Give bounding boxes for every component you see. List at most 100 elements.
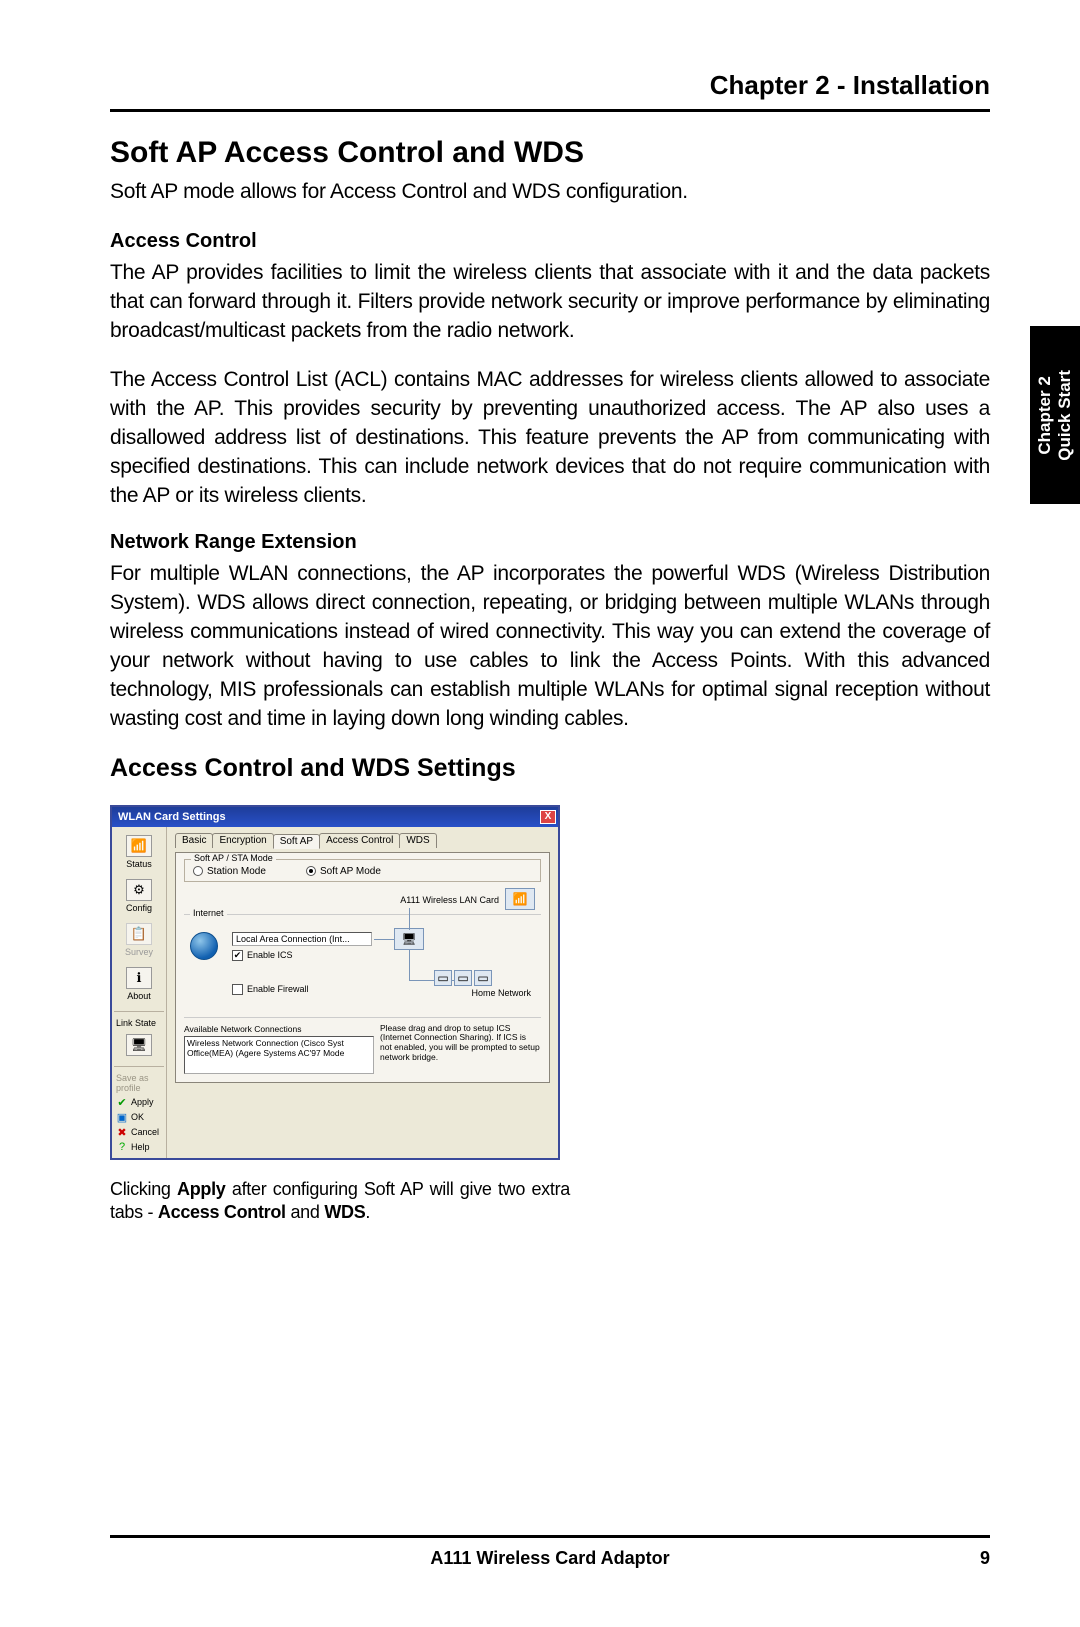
status-icon: 📶 xyxy=(126,835,152,857)
pc-icon: ▭ xyxy=(434,970,452,986)
wlan-card-device[interactable]: 📶 xyxy=(505,888,535,912)
access-control-p1: The AP provides facilities to limit the … xyxy=(110,259,990,346)
page-header: Chapter 2 - Installation xyxy=(110,70,990,112)
cancel-label: Cancel xyxy=(131,1127,159,1137)
list-item[interactable]: Wireless Network Connection (Cisco Syst xyxy=(187,1038,371,1048)
check-icon: ✔ xyxy=(116,1096,128,1109)
nre-paragraph: For multiple WLAN connections, the AP in… xyxy=(110,560,990,734)
sidebar-label-survey: Survey xyxy=(112,947,166,957)
side-tab-text: Chapter 2 Quick Start xyxy=(1035,370,1076,461)
wlan-settings-dialog: WLAN Card Settings X 📶 Status ⚙ Config 📋… xyxy=(110,805,560,1160)
side-tab-line2: Quick Start xyxy=(1055,370,1074,461)
mode-groupbox: Soft AP / STA Mode Station Mode Soft AP … xyxy=(184,859,541,882)
sidebar-label-status: Status xyxy=(112,859,166,869)
ics-hint-text: Please drag and drop to setup ICS (Inter… xyxy=(380,1024,540,1074)
access-control-p2: The Access Control List (ACL) contains M… xyxy=(110,366,990,511)
lac-field[interactable]: Local Area Connection (Int... xyxy=(232,932,372,946)
dialog-title: WLAN Card Settings xyxy=(118,811,226,823)
cancel-icon: ✖ xyxy=(116,1126,128,1139)
close-button[interactable]: X xyxy=(540,810,556,824)
radio-dot xyxy=(193,866,203,876)
tab-basic[interactable]: Basic xyxy=(175,833,213,848)
available-label: Available Network Connections xyxy=(184,1024,374,1034)
caption-text: . xyxy=(365,1202,370,1222)
apply-button[interactable]: ✔Apply xyxy=(112,1095,166,1110)
radio-softap-label: Soft AP Mode xyxy=(320,866,381,877)
pc-icon: ▭ xyxy=(454,970,472,986)
dialog-titlebar[interactable]: WLAN Card Settings X xyxy=(112,807,558,827)
link-state-label: Link State xyxy=(112,1016,166,1030)
network-diagram: 📶 A111 Wireless LAN Card Internet Local … xyxy=(184,888,541,1018)
diagram-line xyxy=(409,950,410,980)
footer-product: A111 Wireless Card Adaptor xyxy=(430,1548,669,1568)
ok-label: OK xyxy=(131,1112,144,1122)
sidebar-divider xyxy=(114,1011,164,1012)
radio-station-mode[interactable]: Station Mode xyxy=(193,866,266,877)
checkbox-checked-icon: ✔ xyxy=(232,950,243,961)
sidebar-label-config: Config xyxy=(112,903,166,913)
page-number: 9 xyxy=(980,1548,990,1569)
diagram-line xyxy=(409,908,410,930)
page-footer: A111 Wireless Card Adaptor 9 xyxy=(110,1535,990,1569)
enable-ics-label: Enable ICS xyxy=(247,950,293,960)
apply-label: Apply xyxy=(131,1097,154,1107)
help-icon: ? xyxy=(116,1141,128,1153)
caption-text: Clicking xyxy=(110,1179,177,1199)
side-tab-line1: Chapter 2 xyxy=(1035,376,1054,454)
available-connections-row: Available Network Connections Wireless N… xyxy=(184,1024,541,1074)
side-tab: Chapter 2 Quick Start xyxy=(1030,326,1080,504)
config-icon: ⚙ xyxy=(126,879,152,901)
available-connections-list[interactable]: Wireless Network Connection (Cisco Syst … xyxy=(184,1036,374,1074)
sidebar-item-config[interactable]: ⚙ Config xyxy=(112,879,166,913)
ok-button[interactable]: ▣OK xyxy=(112,1110,166,1125)
sidebar-item-about[interactable]: ℹ About xyxy=(112,967,166,1001)
wlan-card-icon: 📶 xyxy=(505,888,535,910)
checkbox-icon xyxy=(232,984,243,995)
caption-bold-apply: Apply xyxy=(177,1179,226,1199)
sidebar-item-status[interactable]: 📶 Status xyxy=(112,835,166,869)
enable-firewall-label: Enable Firewall xyxy=(247,984,309,994)
settings-title: Access Control and WDS Settings xyxy=(110,754,990,783)
dialog-sidebar: 📶 Status ⚙ Config 📋 Survey ℹ About Link … xyxy=(112,827,167,1158)
tab-softap[interactable]: Soft AP xyxy=(273,834,320,849)
diagram-line xyxy=(374,939,394,940)
tab-encryption[interactable]: Encryption xyxy=(212,833,273,848)
link-state-icon-wrap: 🖥 xyxy=(112,1034,166,1056)
nre-heading: Network Range Extension xyxy=(110,531,990,554)
pc-icon: ▭ xyxy=(474,970,492,986)
sidebar-label-about: About xyxy=(112,991,166,1001)
softap-panel: Soft AP / STA Mode Station Mode Soft AP … xyxy=(175,852,550,1083)
list-item[interactable]: Office(MEA) (Agere Systems AC'97 Mode xyxy=(187,1048,371,1058)
hub-device[interactable]: 🖥 xyxy=(394,928,424,952)
survey-icon: 📋 xyxy=(126,923,152,945)
caption-bold-wds: WDS xyxy=(324,1202,365,1222)
intro-paragraph: Soft AP mode allows for Access Control a… xyxy=(110,180,990,204)
about-icon: ℹ xyxy=(126,967,152,989)
radio-dot-selected xyxy=(306,866,316,876)
tab-access-control[interactable]: Access Control xyxy=(319,833,400,848)
help-label: Help xyxy=(131,1142,150,1152)
mode-group-title: Soft AP / STA Mode xyxy=(191,853,276,863)
internet-label: Internet xyxy=(190,908,227,918)
tab-wds[interactable]: WDS xyxy=(399,833,436,848)
radio-station-label: Station Mode xyxy=(207,866,266,877)
caption-text: and xyxy=(286,1202,325,1222)
tab-bar: Basic Encryption Soft AP Access Control … xyxy=(175,833,550,848)
access-control-heading: Access Control xyxy=(110,230,990,253)
enable-firewall-checkbox[interactable]: Enable Firewall xyxy=(232,984,309,995)
link-state-icon: 🖥 xyxy=(126,1034,152,1056)
cancel-button[interactable]: ✖Cancel xyxy=(112,1125,166,1140)
enable-ics-checkbox[interactable]: ✔ Enable ICS xyxy=(232,950,372,961)
globe-icon xyxy=(190,932,218,960)
ok-icon: ▣ xyxy=(116,1111,128,1124)
home-net-device[interactable]: ▭ ▭ ▭ xyxy=(434,970,492,988)
dialog-main: Basic Encryption Soft AP Access Control … xyxy=(167,827,558,1158)
save-profile-label: Save as profile xyxy=(112,1071,166,1095)
home-network-label: Home Network xyxy=(471,988,531,998)
radio-softap-mode[interactable]: Soft AP Mode xyxy=(306,866,381,877)
help-button[interactable]: ?Help xyxy=(112,1140,166,1154)
wlan-card-label: A111 Wireless LAN Card xyxy=(400,895,499,905)
sidebar-item-survey: 📋 Survey xyxy=(112,923,166,957)
screenshot-caption: Clicking Apply after configuring Soft AP… xyxy=(110,1178,570,1225)
hub-icon: 🖥 xyxy=(394,928,424,950)
